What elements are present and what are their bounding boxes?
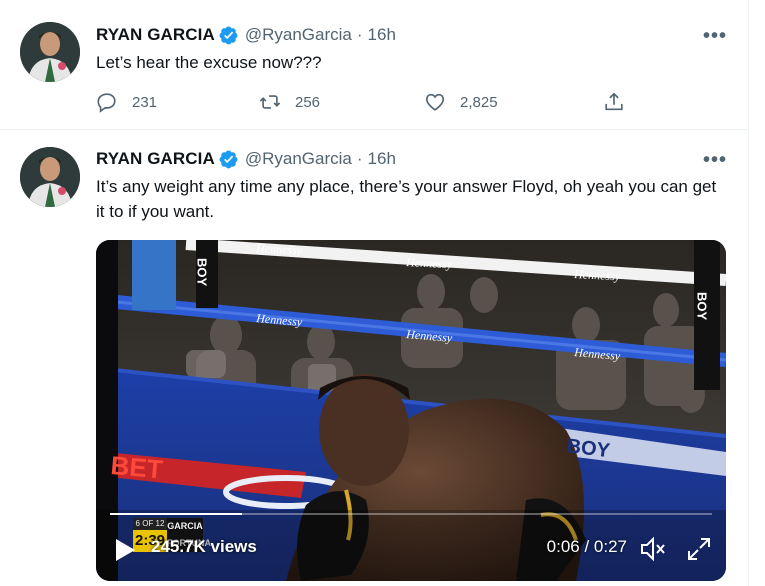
verified-badge-icon: [219, 26, 238, 44]
author-name[interactable]: RYAN GARCIA: [96, 25, 215, 45]
ring-sign-text: Hennessy: [573, 267, 621, 283]
author-handle[interactable]: @RyanGarcia: [245, 149, 352, 169]
tweet-text: It’s any weight any time any place, ther…: [96, 177, 717, 221]
timeline: RYAN GARCIA @RyanGarcia · 16h ••• Let’s …: [0, 0, 749, 586]
more-icon[interactable]: •••: [703, 148, 727, 172]
tweet-time[interactable]: 16h: [368, 25, 396, 45]
reply-count: 231: [132, 93, 158, 111]
tweet-text: Let’s hear the excuse now???: [96, 53, 322, 72]
avatar[interactable]: [20, 147, 80, 207]
mat-sign-text: BET: [109, 450, 164, 484]
avatar[interactable]: [20, 22, 80, 82]
tweet-header: RYAN GARCIA @RyanGarcia · 16h: [96, 147, 396, 171]
tweet-time[interactable]: 16h: [368, 149, 396, 169]
verified-badge-icon: [219, 150, 238, 168]
tweet-actions: 231 256 2,825: [96, 90, 736, 114]
share-button[interactable]: [603, 90, 625, 114]
retweet-count: 256: [295, 93, 321, 111]
retweet-button[interactable]: 256: [259, 90, 320, 114]
video-progress-fill: [110, 513, 243, 515]
author-handle[interactable]: @RyanGarcia: [245, 25, 352, 45]
video-progress-bar[interactable]: [110, 513, 712, 515]
like-icon: [425, 93, 445, 111]
separator-dot: ·: [356, 25, 363, 44]
fullscreen-icon[interactable]: [686, 536, 712, 562]
like-count: 2,825: [460, 93, 498, 111]
like-button[interactable]: 2,825: [424, 90, 498, 114]
tweet-header: RYAN GARCIA @RyanGarcia · 16h: [96, 23, 396, 47]
video-controls: 245.7K views 0:06 / 0:27: [96, 525, 726, 581]
more-icon[interactable]: •••: [703, 24, 727, 48]
reply-button[interactable]: 231: [96, 90, 157, 114]
separator-dot: ·: [356, 149, 363, 168]
tweet[interactable]: RYAN GARCIA @RyanGarcia · 16h ••• It’s a…: [0, 131, 749, 586]
ring-sign-text: Hennessy: [255, 241, 303, 257]
retweet-icon: [259, 95, 281, 109]
share-icon: [605, 92, 623, 111]
corner-pad-text: BOY: [195, 258, 210, 287]
mute-icon[interactable]: [639, 536, 667, 562]
tweet[interactable]: RYAN GARCIA @RyanGarcia · 16h ••• Let’s …: [0, 0, 749, 130]
reply-icon: [97, 93, 116, 113]
ring-sign-text: Hennessy: [405, 255, 453, 271]
view-count: 245.7K views: [151, 537, 257, 556]
video-time: 0:06 / 0:27: [546, 537, 627, 556]
play-icon[interactable]: [114, 538, 136, 562]
corner-pad-text: BOY: [695, 292, 710, 321]
author-name[interactable]: RYAN GARCIA: [96, 149, 215, 169]
video-player[interactable]: Hennessy Hennessy Hennessy Hennessy Henn…: [96, 240, 726, 581]
